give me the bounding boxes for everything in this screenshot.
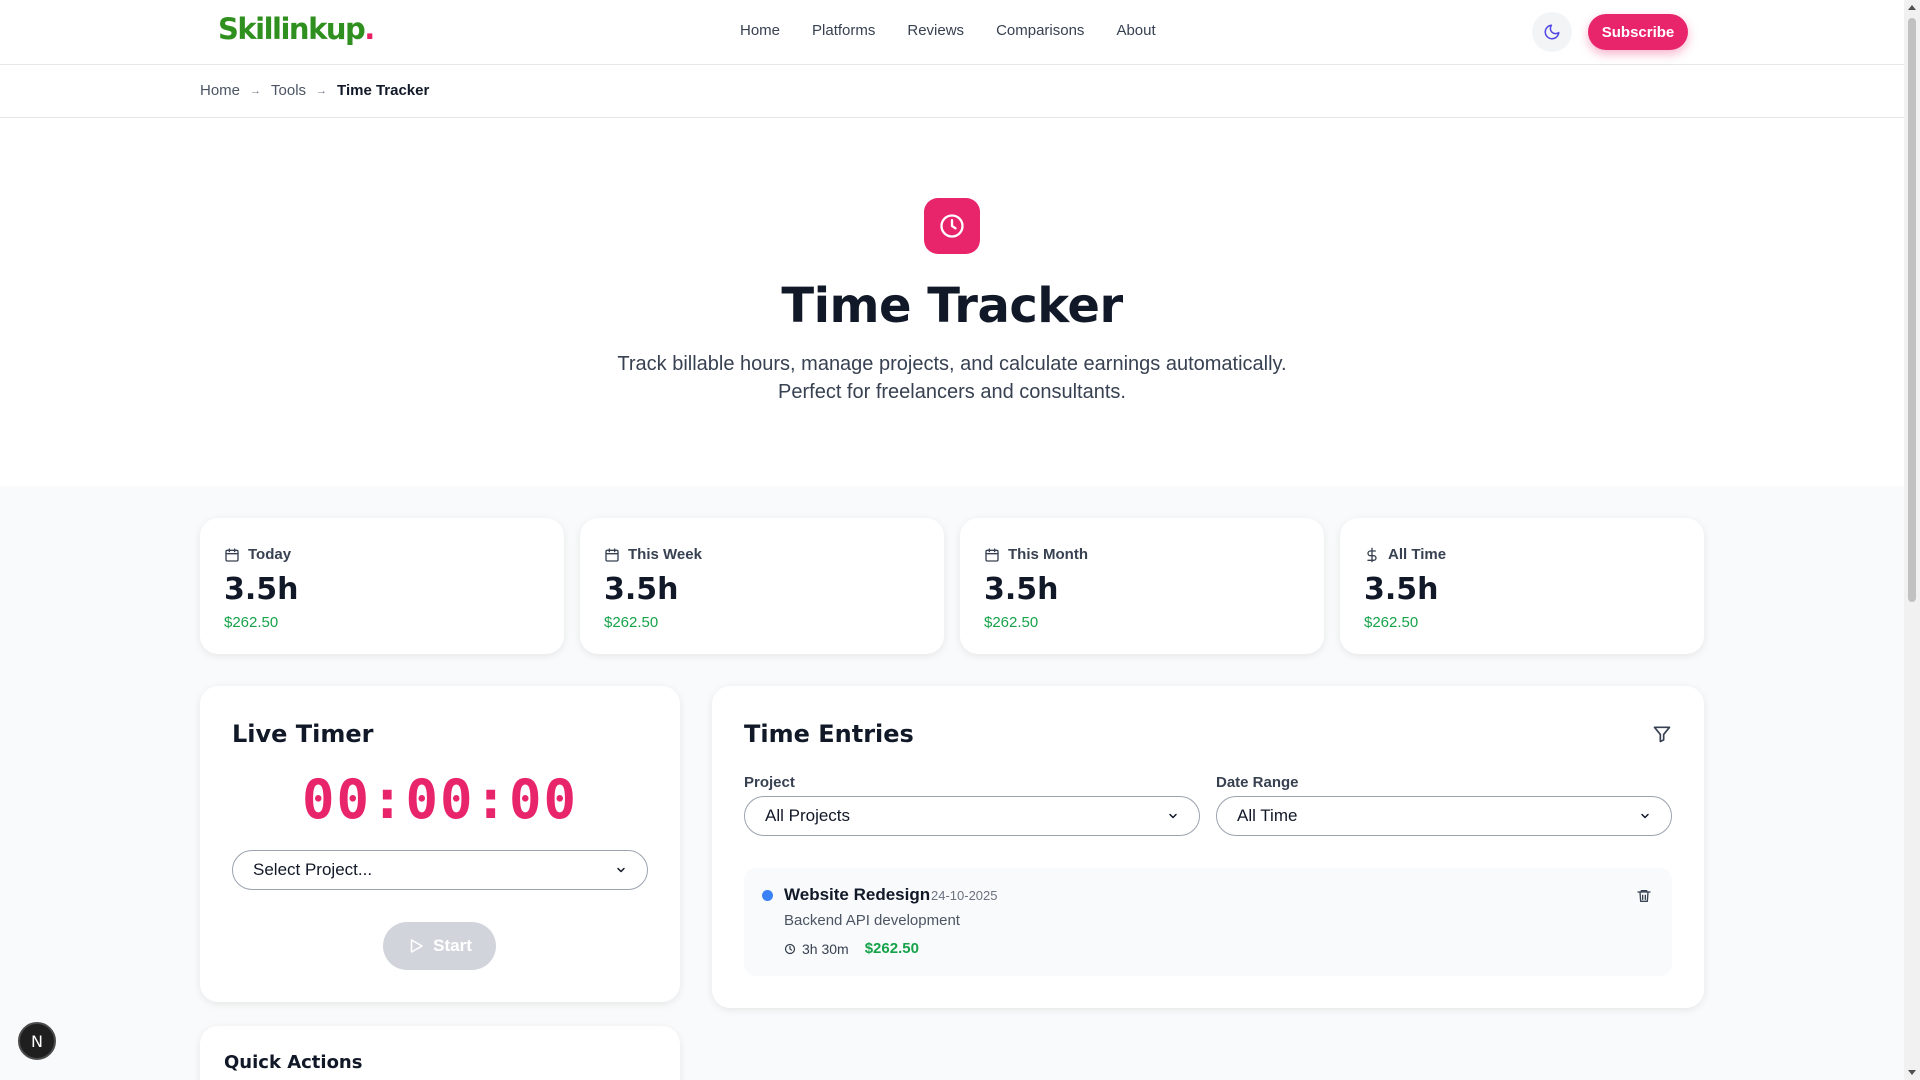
page-scrollbar[interactable] bbox=[1904, 0, 1920, 1080]
nav-reviews[interactable]: Reviews bbox=[907, 22, 964, 39]
stat-earnings: $262.50 bbox=[984, 614, 1039, 631]
dollar-icon bbox=[1364, 547, 1380, 563]
stat-card-all-time: All Time 3.5h $262.50 bbox=[1340, 518, 1704, 654]
calendar-icon bbox=[224, 547, 240, 563]
logo-text: Skillinkup bbox=[218, 12, 366, 46]
breadcrumb-home[interactable]: Home bbox=[200, 82, 240, 99]
subtitle-line-2: Perfect for freelancers and consultants. bbox=[778, 381, 1126, 403]
project-filter-value: All Projects bbox=[765, 806, 851, 825]
stat-label: This Week bbox=[628, 546, 702, 563]
stat-card-this-week: This Week 3.5h $262.50 bbox=[580, 518, 944, 654]
stat-earnings: $262.50 bbox=[1364, 614, 1419, 631]
entry-description: Backend API development bbox=[784, 912, 960, 929]
quick-actions-panel: Quick Actions bbox=[200, 1026, 680, 1080]
nav-comparisons[interactable]: Comparisons bbox=[996, 22, 1084, 39]
stat-label: Today bbox=[248, 546, 292, 563]
entry-date: 24-10-2025 bbox=[931, 888, 998, 903]
stat-label: All Time bbox=[1388, 546, 1447, 563]
stat-hours: 3.5h bbox=[984, 572, 1059, 607]
logo-dot: . bbox=[364, 12, 375, 46]
entry-project-name: Website Redesign bbox=[784, 885, 931, 904]
chevron-down-icon bbox=[1167, 810, 1179, 822]
play-icon bbox=[407, 937, 425, 955]
project-filter-label: Project bbox=[744, 774, 795, 791]
floating-n-button[interactable]: N bbox=[18, 1022, 56, 1060]
subtitle-line-1: Track billable hours, manage projects, a… bbox=[617, 353, 1287, 375]
site-header: Skillinkup. Home Platforms Reviews Compa… bbox=[0, 0, 1904, 65]
project-select-value: Select Project... bbox=[253, 860, 373, 879]
time-entries-title: Time Entries bbox=[744, 720, 914, 748]
scroll-down-arrow-icon[interactable] bbox=[1908, 1070, 1916, 1075]
start-label: Start bbox=[433, 936, 472, 955]
subscribe-button[interactable]: Subscribe bbox=[1588, 14, 1688, 50]
breadcrumb-separator: → bbox=[316, 84, 328, 97]
entry-meta: 3h 30m $262.50 bbox=[784, 940, 919, 957]
breadcrumb: Home → Tools → Time Tracker bbox=[0, 65, 1904, 118]
moon-icon bbox=[1543, 23, 1561, 41]
main-nav: Home Platforms Reviews Comparisons About bbox=[740, 22, 1156, 39]
time-entries-panel: Time Entries Project All Projects Date R… bbox=[712, 686, 1704, 1008]
stat-card-today: Today 3.5h $262.50 bbox=[200, 518, 564, 654]
time-entry-item: Website Redesign 24-10-2025 Backend API … bbox=[744, 868, 1672, 976]
entry-duration: 3h 30m bbox=[802, 940, 849, 957]
hero-section: Time Tracker Track billable hours, manag… bbox=[0, 118, 1904, 486]
nav-home[interactable]: Home bbox=[740, 22, 780, 39]
stat-hours: 3.5h bbox=[1364, 572, 1439, 607]
page-subtitle: Track billable hours, manage projects, a… bbox=[0, 350, 1904, 406]
breadcrumb-trail: Home → Tools → Time Tracker bbox=[200, 82, 429, 99]
stat-card-this-month: This Month 3.5h $262.50 bbox=[960, 518, 1324, 654]
calendar-icon bbox=[604, 547, 620, 563]
live-timer-panel: Live Timer 00:00:00 Select Project... St… bbox=[200, 686, 680, 1002]
date-range-value: All Time bbox=[1237, 806, 1298, 825]
breadcrumb-tools[interactable]: Tools bbox=[271, 82, 306, 99]
chevron-down-icon bbox=[615, 864, 627, 876]
clock-icon bbox=[784, 943, 796, 955]
date-range-label: Date Range bbox=[1216, 774, 1299, 791]
date-range-select[interactable]: All Time bbox=[1216, 796, 1672, 836]
stat-earnings: $262.50 bbox=[604, 614, 659, 631]
chevron-down-icon bbox=[1639, 810, 1651, 822]
nav-platforms[interactable]: Platforms bbox=[812, 22, 875, 39]
site-logo[interactable]: Skillinkup. bbox=[218, 12, 375, 46]
live-timer-title: Live Timer bbox=[232, 720, 374, 748]
main-content: Today 3.5h $262.50 This Week 3.5h $262.5… bbox=[0, 486, 1904, 1080]
page-title: Time Tracker bbox=[781, 278, 1123, 334]
project-select[interactable]: Select Project... bbox=[232, 850, 648, 890]
scrollbar-thumb[interactable] bbox=[1908, 18, 1916, 602]
breadcrumb-current: Time Tracker bbox=[337, 82, 430, 99]
breadcrumb-separator: → bbox=[250, 84, 262, 97]
nav-about[interactable]: About bbox=[1116, 22, 1155, 39]
project-color-dot bbox=[762, 890, 773, 901]
start-button[interactable]: Start bbox=[383, 922, 496, 970]
trash-icon[interactable] bbox=[1636, 888, 1652, 904]
stat-hours: 3.5h bbox=[224, 572, 299, 607]
clock-icon bbox=[924, 198, 980, 254]
stat-hours: 3.5h bbox=[604, 572, 679, 607]
quick-actions-title: Quick Actions bbox=[224, 1052, 363, 1073]
stat-label: This Month bbox=[1008, 546, 1088, 563]
scroll-up-arrow-icon[interactable] bbox=[1908, 5, 1916, 10]
theme-toggle-button[interactable] bbox=[1532, 12, 1572, 52]
project-filter-select[interactable]: All Projects bbox=[744, 796, 1200, 836]
calendar-icon bbox=[984, 547, 1000, 563]
entry-earnings: $262.50 bbox=[864, 940, 919, 957]
stat-earnings: $262.50 bbox=[224, 614, 279, 631]
timer-display: 00:00:00 bbox=[301, 768, 579, 831]
filter-icon[interactable] bbox=[1652, 724, 1672, 744]
